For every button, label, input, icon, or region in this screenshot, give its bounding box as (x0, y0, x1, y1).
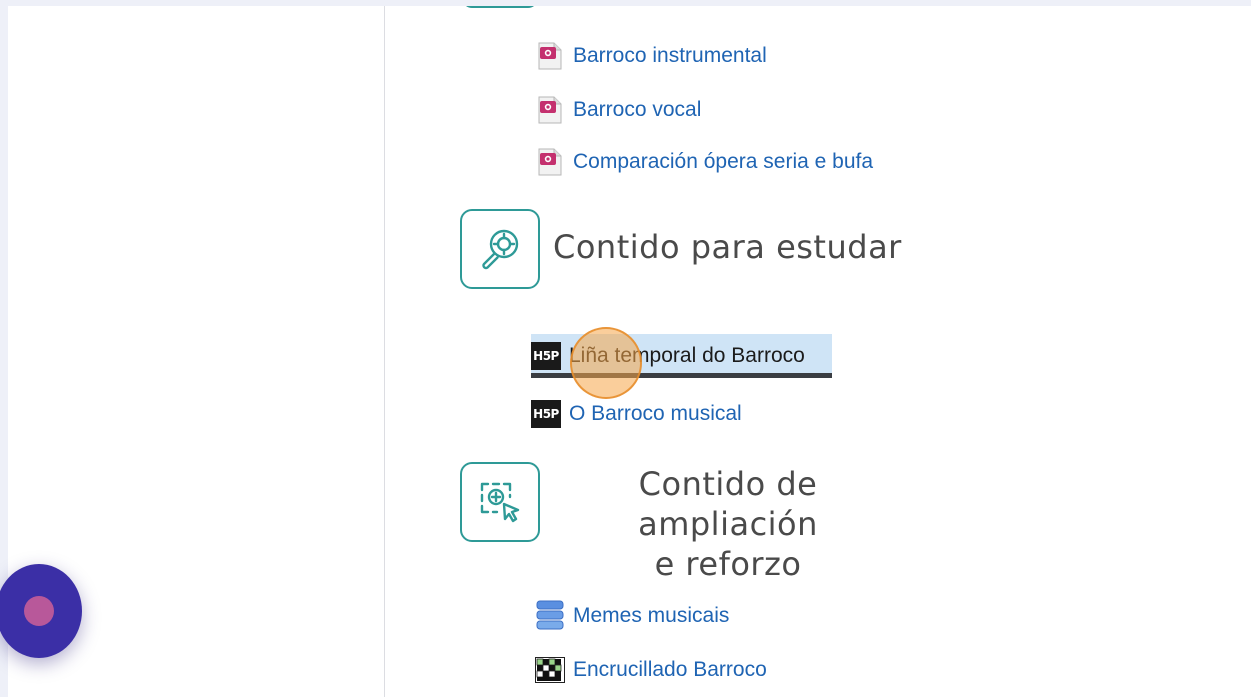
click-indicator (570, 327, 642, 399)
h5p-badge: H5P (531, 400, 561, 428)
section-title-extra-line2: e reforzo (654, 545, 802, 583)
file-link-barroco-vocal[interactable]: Barroco vocal (535, 92, 701, 128)
magnifier-target-icon (460, 209, 540, 289)
section-title-extra: Contido de ampliación e reforzo (553, 464, 903, 584)
database-icon (535, 600, 565, 631)
link-encrucillado-barroco[interactable]: Encrucillado Barroco (535, 652, 767, 688)
link-memes-musicais[interactable]: Memes musicais (535, 598, 729, 634)
crossword-icon (535, 655, 565, 685)
image-file-icon (535, 147, 565, 177)
file-link-comparacion-opera[interactable]: Comparación ópera seria e bufa (535, 144, 873, 180)
image-file-icon (535, 95, 565, 125)
course-content-panel: Barroco instrumental Barroco vocal Compa (8, 6, 1251, 697)
h5p-icon: H5P (531, 399, 561, 429)
file-link-barroco-instrumental[interactable]: Barroco instrumental (535, 38, 767, 74)
section-icon-partial (462, 6, 538, 8)
link-label[interactable]: Encrucillado Barroco (573, 658, 767, 682)
zoom-select-cursor-icon (460, 462, 540, 542)
file-link-label[interactable]: Comparación ópera seria e bufa (573, 150, 873, 174)
h5p-icon: H5P (531, 341, 561, 371)
floating-action-button[interactable] (0, 564, 82, 658)
section-title-study: Contido para estudar (553, 228, 902, 266)
sidebar-divider (384, 6, 385, 697)
section-title-extra-line1: Contido de ampliación (638, 465, 818, 543)
h5p-badge: H5P (531, 342, 561, 370)
h5p-link-barroco-musical[interactable]: H5P O Barroco musical (531, 396, 742, 432)
record-dot-icon (24, 596, 54, 626)
link-label[interactable]: Memes musicais (573, 604, 729, 628)
file-link-label[interactable]: Barroco vocal (573, 98, 701, 122)
image-file-icon (535, 41, 565, 71)
file-link-label[interactable]: Barroco instrumental (573, 44, 767, 68)
h5p-link-label[interactable]: O Barroco musical (569, 402, 742, 426)
